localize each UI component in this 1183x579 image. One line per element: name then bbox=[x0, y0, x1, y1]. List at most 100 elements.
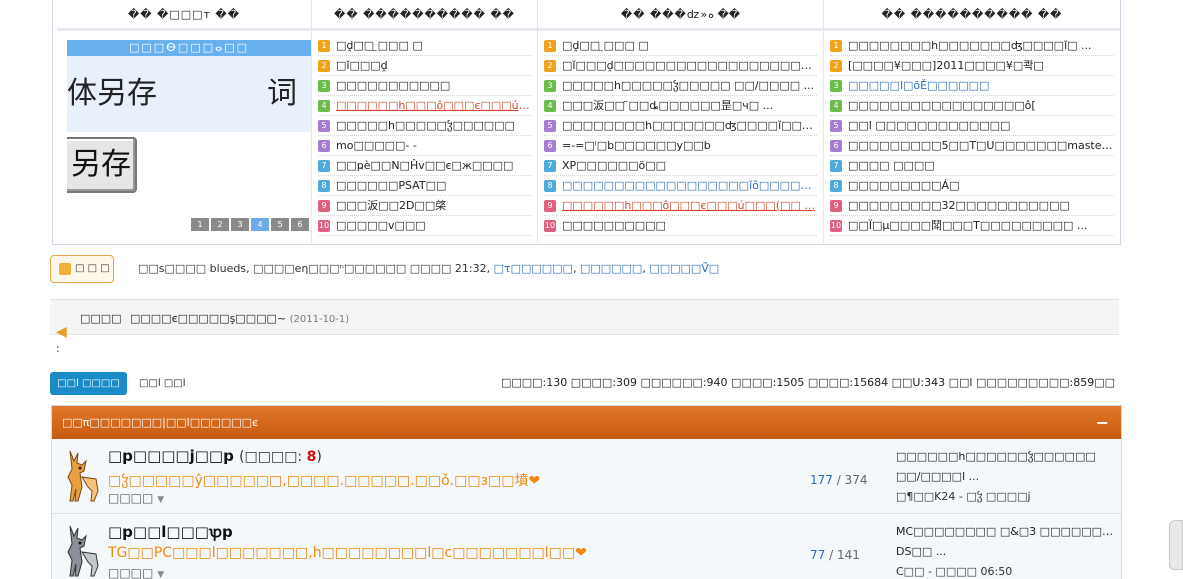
forum-deer-icon bbox=[67, 525, 99, 577]
slide-page-4[interactable]: 4 bbox=[251, 218, 269, 231]
ranking-item[interactable]: 4 □□□汳□□ ̈□□ȡ□□□□□□昰□ч□ ... bbox=[544, 96, 817, 116]
ranking-item[interactable]: 6 =-=□ⁱ□b□□□□□□у□□b bbox=[544, 136, 817, 156]
ranking-item[interactable]: 6 □□□□□□□□□5□□T□U□□□□□□□maste ... bbox=[830, 136, 1114, 156]
last-post-title[interactable]: MC□□□□□□□□ □&□3 □□□□□□□□□□ჴ bbox=[896, 522, 1116, 542]
slideshow[interactable]: □□□ⴱ□□□ⴰ□□ 体另存 词 另存 1 2 3 4 5 6 bbox=[67, 40, 311, 233]
tab-active[interactable]: □□l □□□□ bbox=[50, 372, 127, 395]
slide-page-5[interactable]: 5 bbox=[271, 218, 289, 231]
slideshow-pager: 1 2 3 4 5 6 bbox=[191, 218, 309, 231]
thread-count: 177 bbox=[810, 473, 833, 487]
ranking-item-title: □ǐ□□□ḓ□□□□□□□□□□□□□□□□□□ጎ□□ ... bbox=[562, 58, 817, 72]
ranking-item[interactable]: 9 □□□□□□□□□32□□□□□□□□□□□ bbox=[830, 196, 1114, 216]
rank-number-badge: 3 bbox=[544, 79, 556, 92]
ranking-item[interactable]: 7 □□ҏè□□N□Ĥv□□є□ж□□□□ bbox=[318, 156, 531, 176]
member-link-1[interactable]: □τ□□□□□□ bbox=[494, 262, 573, 275]
ranking-item[interactable]: 2 □ǐ□□□ḓ□□□□□□□□□□□□□□□□□□ጎ□□ ... bbox=[544, 56, 817, 76]
member-link-2[interactable]: □□□□□□ bbox=[580, 262, 642, 275]
ranking-item-title: □□□□□h□□□□□ჴ□□□□□□ bbox=[336, 118, 515, 132]
ranking-item[interactable]: 7 □□□□ □□□□ bbox=[830, 156, 1114, 176]
ranking-item[interactable]: 9 □□□□□□h□□□ô□□□є□□□ú□□□(□□ ... bbox=[544, 196, 817, 216]
rank-number-badge: 1 bbox=[544, 39, 556, 52]
last-post: MC□□□□□□□□ □&□3 □□□□□□□□□□ჴ DS□□ ... C□□… bbox=[896, 522, 1116, 579]
rank-number-badge: 5 bbox=[318, 119, 330, 132]
forum-description: □ჴ□□□□□ŷ□□□□□□,□□□□.□□□□□.□□ǒ.□□ɜ□□墳❤ bbox=[108, 473, 541, 489]
column-header: �� ���������� �� bbox=[824, 0, 1120, 31]
side-scroll-handle[interactable] bbox=[1169, 520, 1183, 570]
site-stats: □□□□:130 □□□□:309 □□□□□□:940 □□□□:1505 □… bbox=[500, 376, 1115, 389]
member-link-3[interactable]: □□□□□Ṽ□ bbox=[649, 262, 719, 275]
moderators-dropdown[interactable]: □□□□ ▼ bbox=[108, 491, 164, 505]
announcement-bar: ◀ □□□□ □□□□є□□□□□ş□□□□~ (2011-10-1) bbox=[50, 299, 1119, 340]
last-post-title[interactable]: □□□□□□h□□□□□□ჴ□□□□□□ bbox=[896, 447, 1116, 467]
category-title: □□π□□□□□□□|□□l□□□□□□є bbox=[62, 416, 259, 429]
ranking-item[interactable]: 6 mo□□□□□- - bbox=[318, 136, 531, 156]
forum-row: □p□□l□□□ꝕp TG□□PC□□□l□□□□□□□,h□□□□□□□□l□… bbox=[52, 514, 1121, 579]
ranking-item-title: □□□□□□PSAT□□ bbox=[336, 178, 447, 192]
ranking-item[interactable]: 2 □ǐ□□□ḓ bbox=[318, 56, 531, 76]
members-button[interactable]: □ □ □ bbox=[50, 255, 114, 283]
ranking-item[interactable]: 5 □□l □□□□□□□□□□□□□ bbox=[830, 116, 1114, 136]
ranking-item[interactable]: 8 □□□□□□PSAT□□ bbox=[318, 176, 531, 196]
slide-page-3[interactable]: 3 bbox=[231, 218, 249, 231]
last-post-title-2[interactable]: DS□□ ... bbox=[896, 542, 1116, 562]
slide-page-1[interactable]: 1 bbox=[191, 218, 209, 231]
rank-number-badge: 9 bbox=[544, 199, 556, 212]
rank-number-badge: 1 bbox=[318, 39, 330, 52]
forum-row: □p□□□□j□□p (□□□□: 8) □ჴ□□□□□ŷ□□□□□□,□□□□… bbox=[52, 439, 1121, 514]
ranking-item-title: XP□□□□□□ö□□ bbox=[562, 158, 667, 172]
column-header: �� ���ǳ»ه �� bbox=[538, 0, 823, 31]
ranking-item[interactable]: 5 □□□□□□□□h□□□□□□□ʤ□□□□ǐ□□□ ... bbox=[544, 116, 817, 136]
thread-count: 77 bbox=[810, 548, 826, 562]
slide-page-2[interactable]: 2 bbox=[211, 218, 229, 231]
announcement-label: □□□□ bbox=[80, 312, 122, 325]
ranking-item-title: □□□□ □□□□ bbox=[848, 158, 935, 172]
ranking-item[interactable]: 3 □□□□□h□□□□□ჴ□□□□□ □□/□□□□ ... bbox=[544, 76, 817, 96]
slide-page-6[interactable]: 6 bbox=[291, 218, 309, 231]
ranking-item[interactable]: 1 □ḓ□□ ̤□□□ □ bbox=[544, 36, 817, 56]
ranking-item-title: □□□汳□□ ̈□□ȡ□□□□□□昰□ч□ ... bbox=[562, 98, 774, 112]
rank-number-badge: 1 bbox=[830, 39, 842, 52]
ranking-item[interactable]: 7 XP□□□□□□ö□□ bbox=[544, 156, 817, 176]
ranking-item-title: □□□□□□□□□Á□ bbox=[848, 178, 960, 192]
moderators-dropdown[interactable]: □□□□ ▼ bbox=[108, 566, 164, 579]
post-count: 141 bbox=[836, 548, 860, 562]
slide-image-button: 另存 bbox=[67, 137, 137, 193]
ranking-item[interactable]: 1 □ḓ□□ ̤□□□ □ bbox=[318, 36, 531, 56]
ranking-column-3: �� ���������� �� 1 □□□□□□□□h□□□□□□□ʤ□□□□ǐ… bbox=[824, 0, 1120, 243]
ranking-item[interactable]: 3 □□□□□l□ōĚ□□□□□□ bbox=[830, 76, 1114, 96]
ranking-item[interactable]: 10 □□Ï□μ□□□□鬦□□□T□□□□□□□□□ ... bbox=[830, 216, 1114, 236]
online-status: □□s□□□□ blueds, □□□□eη□□□ⁿ□□□□□□ □□□□ 21… bbox=[138, 262, 720, 275]
ranking-item-title: □□□□□l□ōĚ□□□□□□ bbox=[848, 78, 990, 92]
today-count: 8 bbox=[306, 449, 317, 465]
ranking-item-title: =-=□ⁱ□b□□□□□□у□□b bbox=[562, 138, 711, 152]
forum-title[interactable]: □p□□l□□□ꝕp bbox=[108, 522, 233, 542]
ranking-item-title: □□□□□h□□□□□ჴ□□□□□ □□/□□□□ ... bbox=[562, 78, 815, 92]
last-post-title-2[interactable]: □□/□□□□l ... bbox=[896, 467, 1116, 487]
collapse-icon[interactable]: − bbox=[1096, 406, 1109, 439]
ranking-item-title: □□□□□□h□□□ô□□□є□□□ú□□□(□□ ... bbox=[562, 198, 815, 212]
ranking-item-title: □ǐ□□□ḓ bbox=[336, 58, 388, 72]
ranking-item[interactable]: 1 □□□□□□□□h□□□□□□□ʤ□□□□ǐ□ ... bbox=[830, 36, 1114, 56]
ranking-item[interactable]: 9 □□□汳□□2D□□棨 bbox=[318, 196, 531, 216]
ranking-item[interactable]: 2 [□□□□¥□□□]2011□□□□¥□콱□ bbox=[830, 56, 1114, 76]
ranking-item[interactable]: 4 □□□□□□□□□□□□□□□□□ô[ bbox=[830, 96, 1114, 116]
rank-number-badge: 9 bbox=[318, 199, 330, 212]
rank-number-badge: 6 bbox=[544, 139, 556, 152]
rank-number-badge: 4 bbox=[830, 99, 842, 112]
ranking-item[interactable]: 8 □□□□□□□□□Á□ bbox=[830, 176, 1114, 196]
announcement-text[interactable]: □□□□є□□□□□ş□□□□~ (2011-10-1) bbox=[130, 312, 349, 325]
ranking-item-title: □□ҏè□□N□Ĥv□□є□ж□□□□ bbox=[336, 158, 514, 172]
tab-other[interactable]: □□l □□l bbox=[139, 378, 186, 389]
ranking-item-title: □□□□□□□□□□ bbox=[562, 218, 666, 232]
ranking-item[interactable]: 10 □□□□□v□□□ bbox=[318, 216, 531, 236]
ranking-item[interactable]: 8 □□□□□□□□□□□□□□□□□□ǐô□□□□PM ... bbox=[544, 176, 817, 196]
ranking-item-title: □□□□□v□□□ bbox=[336, 218, 426, 232]
forum-title[interactable]: □p□□□□j□□p (□□□□: 8) bbox=[108, 447, 322, 465]
ranking-item[interactable]: 3 □□□□□□□□□□□ bbox=[318, 76, 531, 96]
ranking-column-1: �� ���������� �� 1 □ḓ□□ ̤□□□ □ 2 □ǐ□□□ḓ 3 □□□… bbox=[312, 0, 538, 243]
ranking-item-title: [□□□□¥□□□]2011□□□□¥□콱□ bbox=[848, 58, 1044, 72]
ranking-item[interactable]: 4 □□□□□□h□□□ô□□□є□□□ú□□□ bbox=[318, 96, 531, 116]
ranking-item[interactable]: 10 □□□□□□□□□□ bbox=[544, 216, 817, 236]
ranking-item[interactable]: 5 □□□□□h□□□□□ჴ□□□□□□ bbox=[318, 116, 531, 136]
rank-number-badge: 9 bbox=[830, 199, 842, 212]
